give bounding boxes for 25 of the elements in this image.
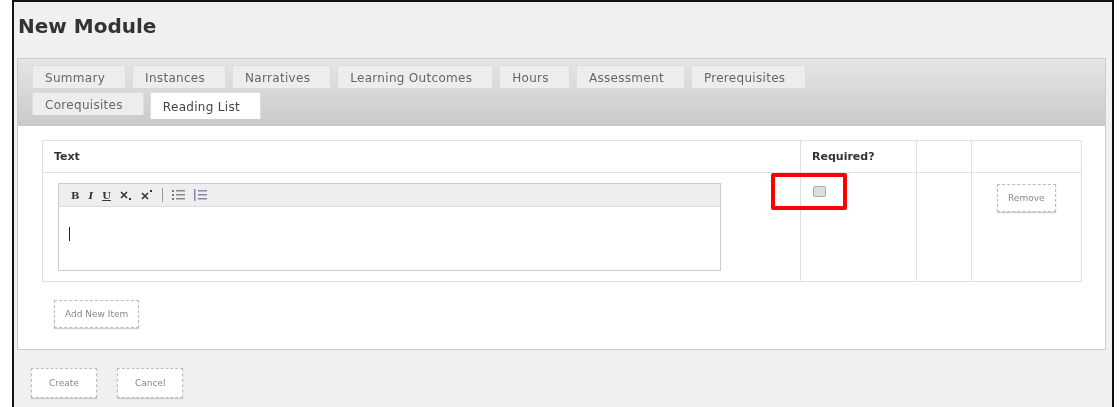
create-button[interactable]: Create (31, 368, 97, 398)
cancel-button[interactable]: Cancel (116, 368, 184, 398)
tab[interactable]: Corequisites (32, 92, 144, 115)
bulleted-list-icon[interactable] (171, 189, 185, 201)
remove-button[interactable]: Remove (997, 184, 1056, 212)
superscript-icon[interactable] (140, 190, 153, 200)
tab[interactable]: Reading List (149, 92, 261, 119)
tab[interactable]: Narratives (232, 65, 332, 88)
tab[interactable]: Learning Outcomes (337, 65, 494, 88)
italic-button[interactable]: I (88, 189, 94, 201)
numbered-list-icon[interactable] (193, 189, 207, 201)
underline-button[interactable]: U (102, 189, 111, 201)
add-item-button[interactable]: Add New Item (54, 300, 140, 328)
tab[interactable]: Instances (132, 65, 227, 88)
tab[interactable]: Assessment (575, 65, 685, 88)
subscript-icon[interactable] (119, 190, 132, 200)
tab[interactable]: Summary (32, 65, 127, 88)
required-checkbox[interactable] (813, 186, 826, 197)
page-title: New Module (18, 14, 158, 40)
text-cursor (69, 227, 70, 241)
tab[interactable]: Hours (499, 65, 570, 88)
column-header: Text (42, 140, 801, 173)
column-header: Required? (800, 140, 917, 173)
tab[interactable]: Prerequisites (690, 65, 807, 88)
bold-button[interactable]: B (71, 189, 80, 201)
